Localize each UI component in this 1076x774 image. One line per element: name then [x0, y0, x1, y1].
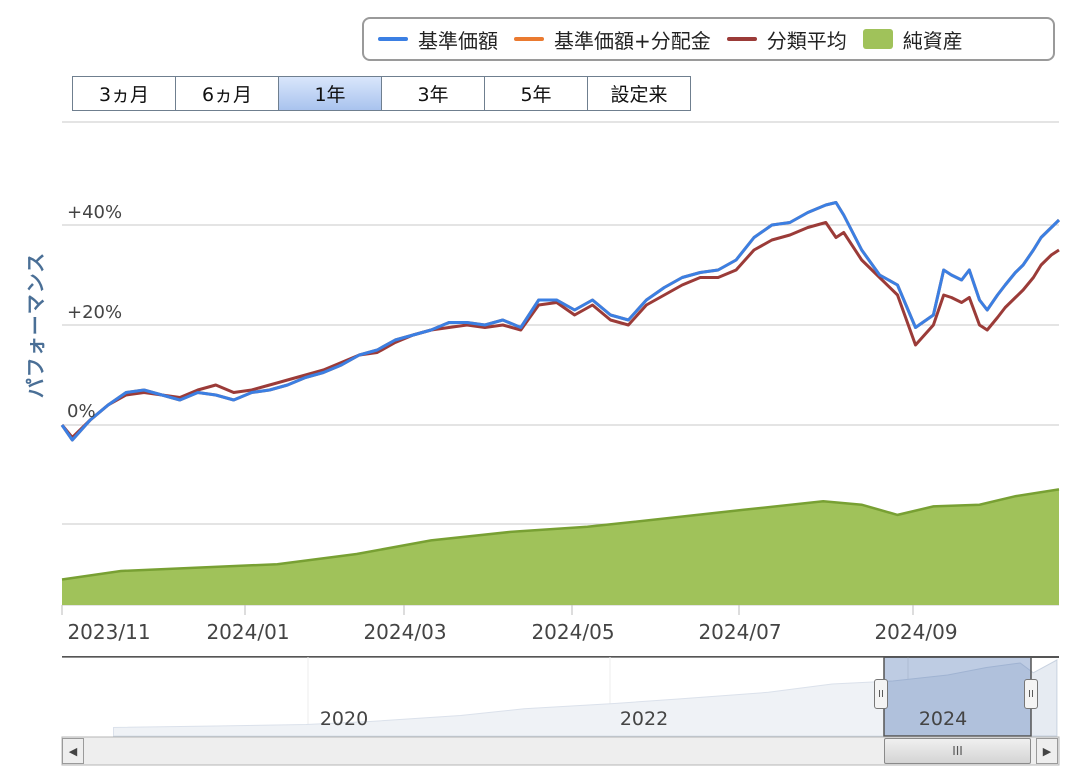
- net-assets-area: [61, 488, 1060, 605]
- legend-label: 基準価額: [418, 28, 498, 53]
- range-3y-button[interactable]: 3年: [381, 76, 485, 111]
- range-5y-button[interactable]: 5年: [484, 76, 588, 111]
- range-selector: 3ヵ月 6ヵ月 1年 3年 5年 設定来: [72, 76, 691, 111]
- legend-swatch: [378, 37, 408, 41]
- navigator-right-handle[interactable]: II: [1024, 679, 1038, 709]
- legend-label: 基準価額+分配金: [554, 28, 711, 53]
- y-tick-label: +20%: [67, 302, 123, 323]
- x-tick-label: 2024/07: [698, 620, 782, 644]
- x-tick-label: 2024/09: [874, 620, 958, 644]
- series-lines: [60, 201, 1061, 442]
- navigator-year-label: 2022: [619, 708, 669, 730]
- range-6m-button[interactable]: 6ヵ月: [175, 76, 279, 111]
- scroll-right-arrow-icon[interactable]: ▶: [1036, 738, 1058, 764]
- y-tick-label: 0%: [67, 401, 96, 422]
- range-1y-button[interactable]: 1年: [278, 76, 382, 111]
- range-3m-button[interactable]: 3ヵ月: [72, 76, 176, 111]
- y-axis-title: パフォーマンス: [23, 251, 48, 399]
- legend-item-category-average[interactable]: 分類平均: [726, 25, 847, 54]
- navigator-year-label: 2020: [319, 708, 369, 730]
- series-line-2: [60, 221, 1060, 439]
- navigator-left-handle[interactable]: II: [874, 679, 888, 709]
- legend-label: 純資産: [902, 28, 963, 53]
- navigator-mask-left: [62, 657, 884, 736]
- scroll-left-arrow-icon[interactable]: ◀: [62, 738, 84, 764]
- legend-swatch: [726, 37, 757, 41]
- y-tick-label: +40%: [67, 202, 123, 223]
- x-tick-label: 2023/11: [67, 620, 151, 644]
- legend-item-net-assets[interactable]: 純資産: [862, 25, 963, 54]
- x-tick-label: 2024/01: [206, 620, 290, 644]
- series-line-0: [60, 201, 1061, 442]
- legend-label: 分類平均: [766, 28, 847, 53]
- legend-item-nav-plus-dividends[interactable]: 基準価額+分配金: [514, 25, 711, 54]
- legend: 基準価額 基準価額+分配金 分類平均 純資産: [362, 17, 1055, 61]
- navigator-year-label: 2024: [918, 708, 968, 730]
- x-tick-label: 2024/03: [363, 620, 447, 644]
- scrollbar-thumb[interactable]: III: [884, 738, 1031, 764]
- legend-swatch: [862, 29, 893, 49]
- legend-item-nav[interactable]: 基準価額: [378, 25, 498, 54]
- legend-swatch: [514, 37, 544, 41]
- range-since-inception-button[interactable]: 設定来: [587, 76, 691, 111]
- performance-chart: [60, 121, 1061, 766]
- series-line-1: [60, 201, 1061, 442]
- net-assets-fill: [62, 489, 1059, 605]
- x-tick-label: 2024/05: [531, 620, 615, 644]
